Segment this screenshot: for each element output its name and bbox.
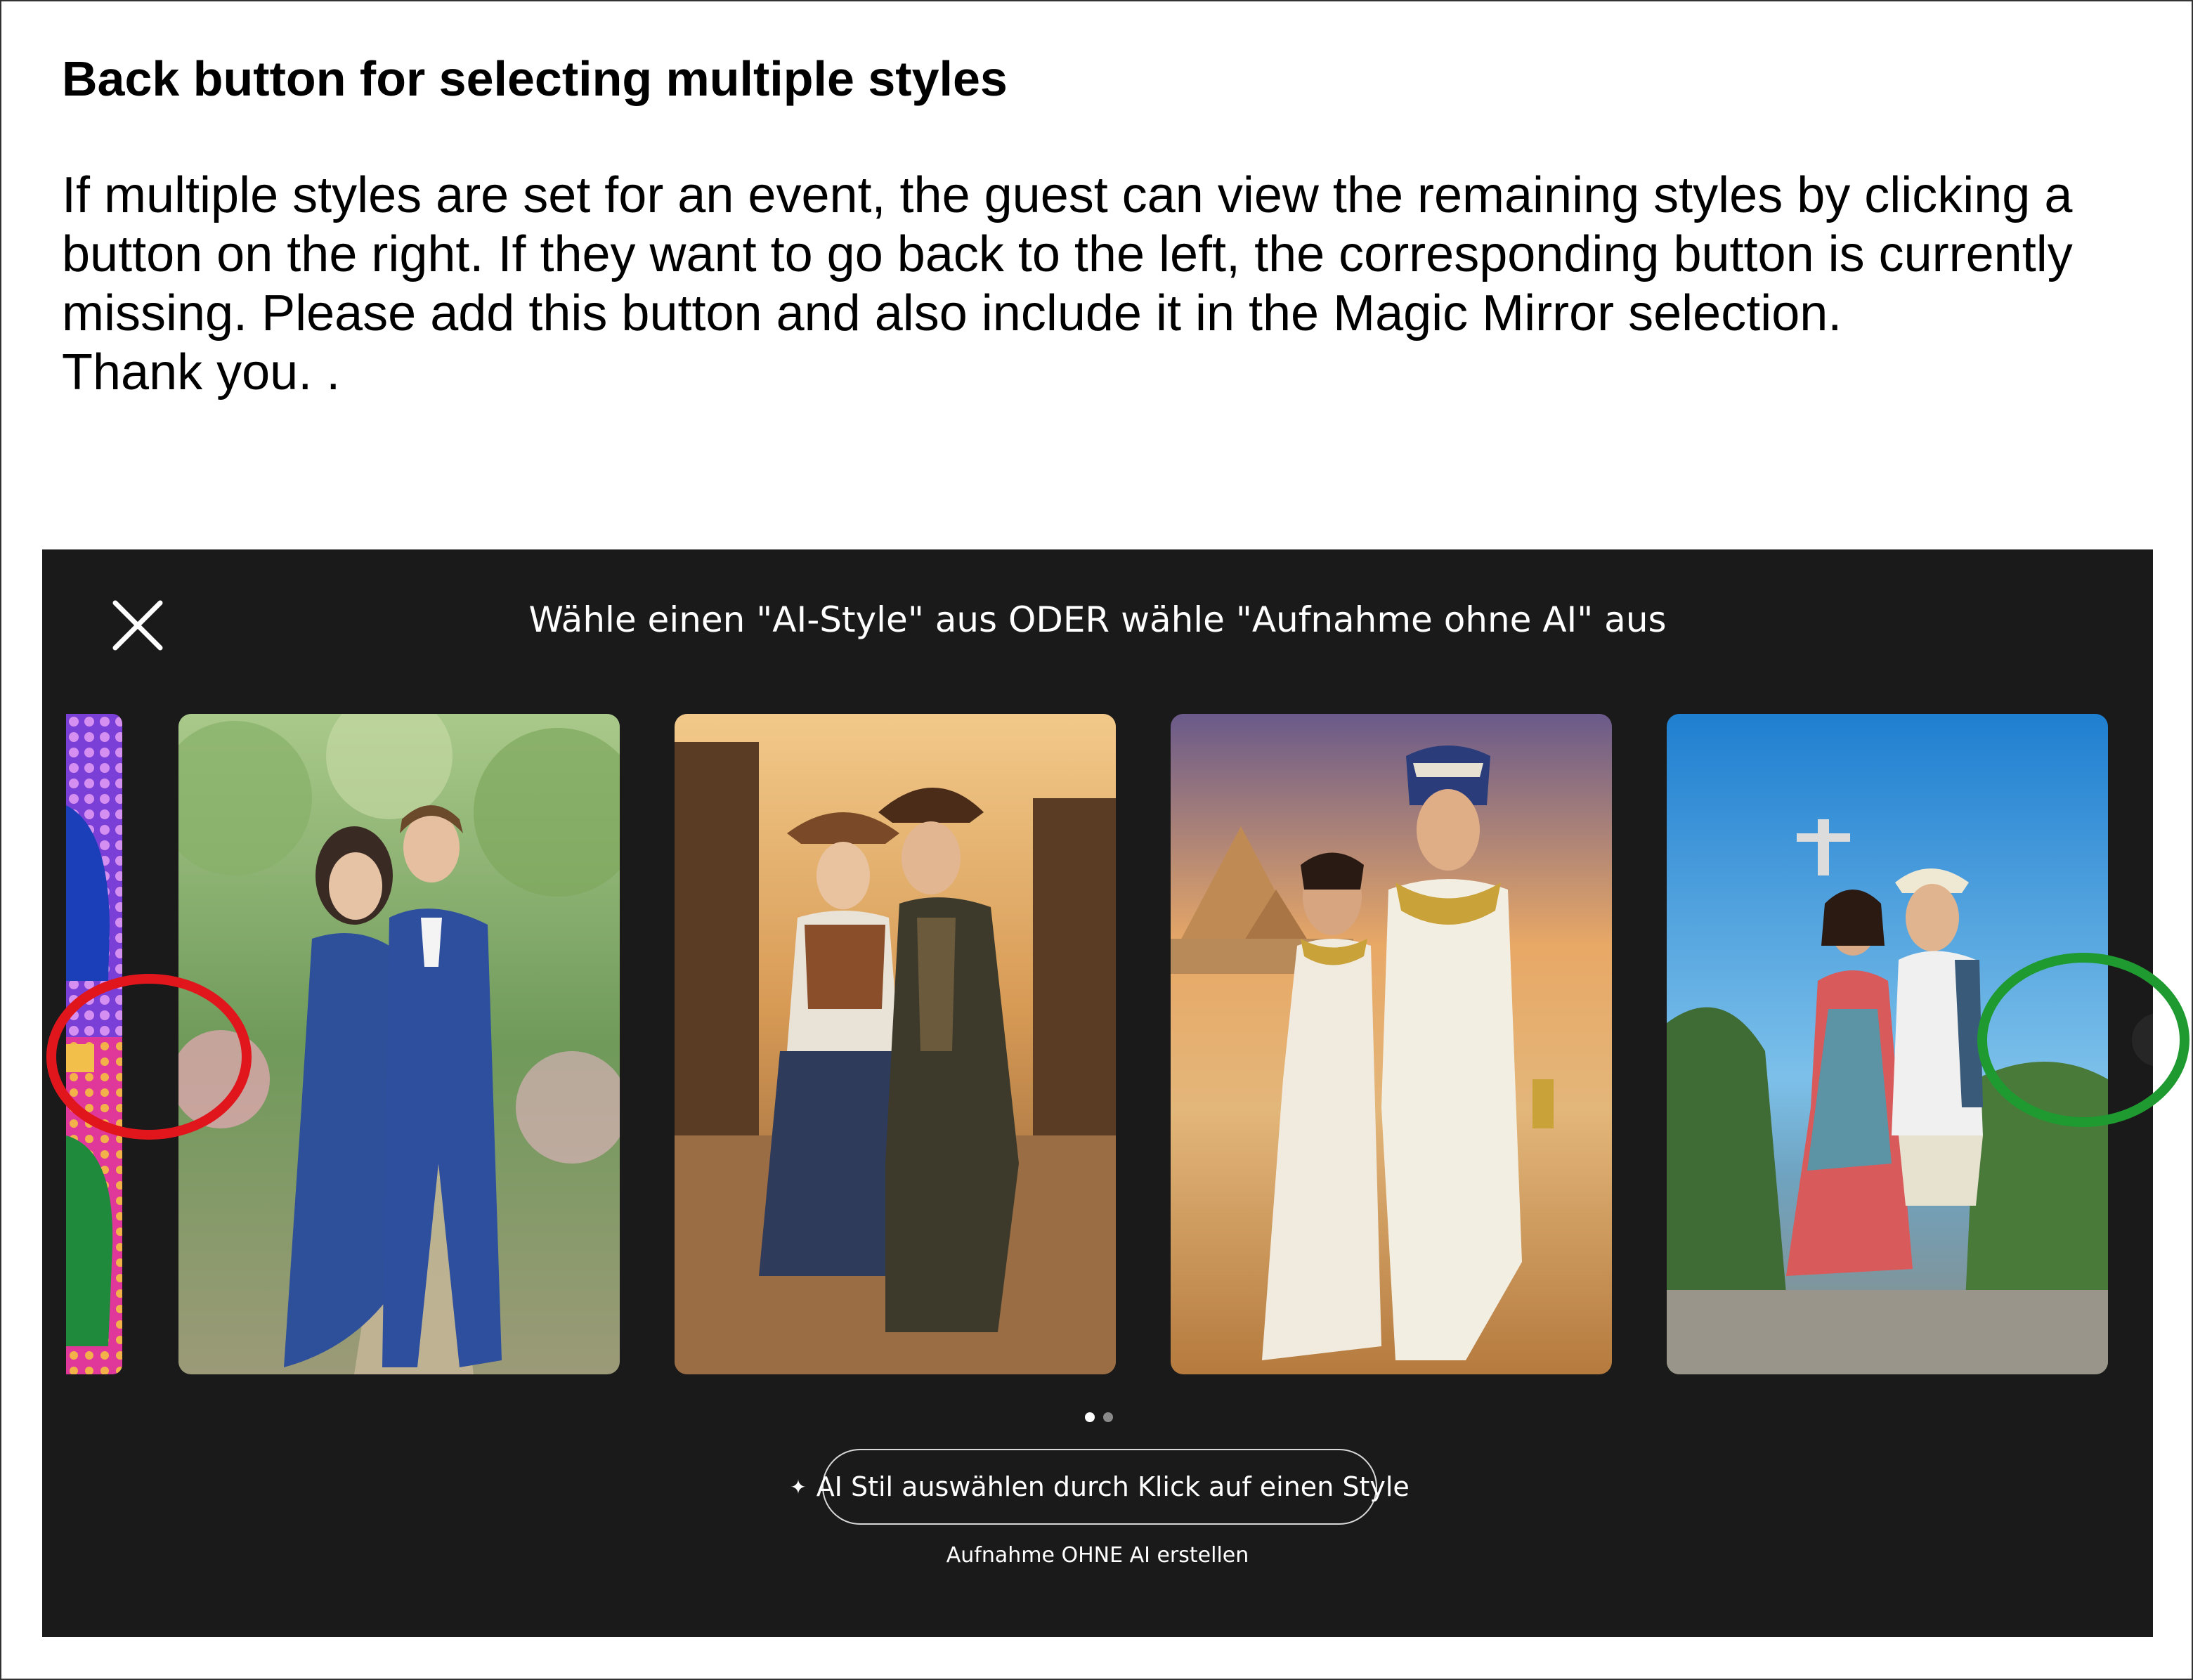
issue-title: Back button for selecting multiple style… xyxy=(62,51,1008,106)
issue-line: Thank you. . xyxy=(62,344,341,401)
issue-line: If multiple styles are set for an event,… xyxy=(62,167,2073,223)
select-ai-style-label: AI Stil auswählen durch Klick auf einen … xyxy=(816,1471,1410,1502)
capture-without-ai-link[interactable]: Aufnahme OHNE AI erstellen xyxy=(42,1543,2153,1568)
chevron-right-icon[interactable] xyxy=(2132,1013,2153,1067)
page-dot[interactable] xyxy=(1103,1412,1113,1422)
page-dot-active[interactable] xyxy=(1085,1412,1095,1422)
sparkle-icon: ✦ xyxy=(790,1475,807,1499)
style-card-egypt[interactable] xyxy=(1171,714,1612,1374)
screen-heading: Wähle einen "AI-Style" aus ODER wähle "A… xyxy=(528,599,1667,640)
issue-description: If multiple styles are set for an event,… xyxy=(62,166,2163,402)
issue-line: button on the right. If they want to go … xyxy=(62,226,2073,282)
style-selection-screen: Wähle einen "AI-Style" aus ODER wähle "A… xyxy=(42,549,2153,1637)
issue-line: missing. Please add this button and also… xyxy=(62,285,1842,341)
style-card-popart[interactable] xyxy=(66,714,122,1374)
style-card-western[interactable] xyxy=(675,714,1116,1374)
select-ai-style-button[interactable]: ✦ AI Stil auswählen durch Klick auf eine… xyxy=(790,1449,1410,1525)
style-card-impressionist[interactable] xyxy=(178,714,620,1374)
carousel-page-indicator xyxy=(1085,1412,1113,1422)
style-card-rio[interactable] xyxy=(1667,714,2108,1374)
